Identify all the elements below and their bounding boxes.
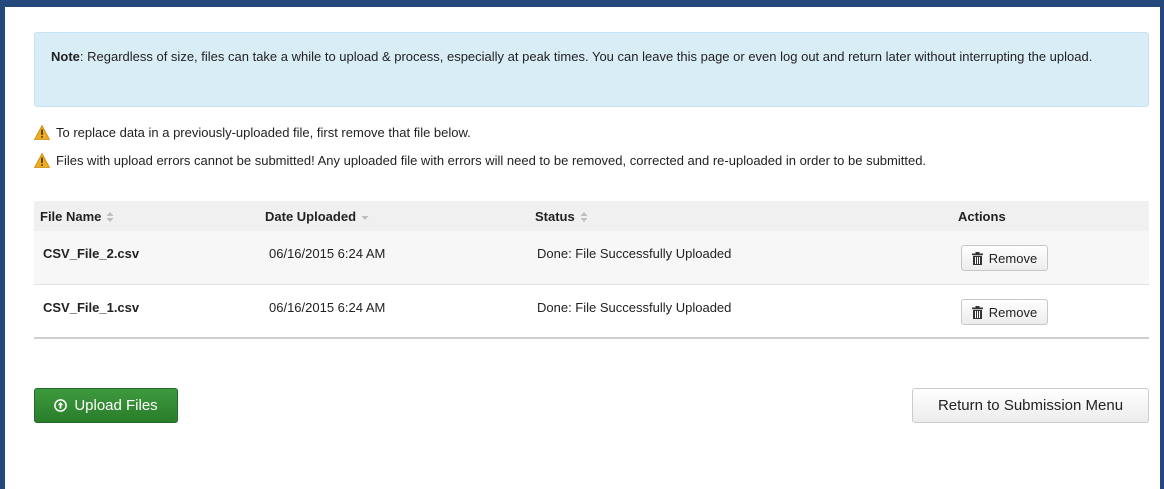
trash-icon bbox=[971, 305, 983, 319]
file-name-cell: CSV_File_2.csv bbox=[43, 246, 140, 261]
sort-icon bbox=[580, 211, 588, 222]
column-header-status[interactable]: Status bbox=[535, 209, 588, 224]
table-row: CSV_File_1.csv 06/16/2015 6:24 AM Done: … bbox=[34, 285, 1149, 339]
window-frame-left bbox=[0, 0, 5, 489]
window-frame-right bbox=[1160, 0, 1164, 489]
sort-icon bbox=[106, 211, 114, 222]
warning-replace-data: To replace data in a previously-uploaded… bbox=[34, 123, 471, 141]
date-uploaded-cell: 06/16/2015 6:24 AM bbox=[269, 300, 386, 315]
column-header-label: Status bbox=[535, 209, 575, 224]
warning-text: Files with upload errors cannot be submi… bbox=[56, 152, 927, 168]
status-cell: Done: File Successfully Uploaded bbox=[537, 300, 732, 315]
sort-desc-icon bbox=[361, 215, 369, 220]
note-label: Note bbox=[51, 49, 80, 64]
column-header-label: File Name bbox=[40, 209, 102, 224]
status-cell: Done: File Successfully Uploaded bbox=[537, 246, 732, 261]
uploaded-files-table: File Name Date Uploaded Status Actions C… bbox=[34, 201, 1149, 339]
upload-icon bbox=[54, 399, 68, 412]
table-header: File Name Date Uploaded Status Actions bbox=[34, 201, 1149, 231]
note-text: : Regardless of size, files can take a w… bbox=[79, 49, 1093, 64]
column-header-file-name[interactable]: File Name bbox=[40, 209, 114, 224]
remove-button-label: Remove bbox=[988, 304, 1038, 320]
remove-button[interactable]: Remove bbox=[961, 299, 1048, 325]
warning-icon bbox=[34, 124, 50, 140]
warning-upload-errors: Files with upload errors cannot be submi… bbox=[34, 151, 926, 169]
column-header-actions: Actions bbox=[958, 209, 1006, 224]
column-header-label: Actions bbox=[958, 209, 1006, 224]
return-to-submission-menu-button[interactable]: Return to Submission Menu bbox=[912, 388, 1149, 423]
table-row: CSV_File_2.csv 06/16/2015 6:24 AM Done: … bbox=[34, 231, 1149, 285]
file-name-cell: CSV_File_1.csv bbox=[43, 300, 140, 315]
trash-icon bbox=[971, 251, 983, 265]
date-uploaded-cell: 06/16/2015 6:24 AM bbox=[269, 246, 386, 261]
warning-text: To replace data in a previously-uploaded… bbox=[56, 124, 471, 140]
note-alert: Note: Regardless of size, files can take… bbox=[34, 32, 1149, 107]
upload-files-button[interactable]: Upload Files bbox=[34, 388, 178, 423]
remove-button[interactable]: Remove bbox=[961, 245, 1048, 271]
warning-icon bbox=[34, 152, 50, 168]
window-frame-top bbox=[0, 0, 1164, 7]
remove-button-label: Remove bbox=[988, 250, 1038, 266]
return-button-label: Return to Submission Menu bbox=[937, 397, 1124, 414]
column-header-date-uploaded[interactable]: Date Uploaded bbox=[265, 209, 369, 224]
column-header-label: Date Uploaded bbox=[265, 209, 357, 224]
upload-files-label: Upload Files bbox=[74, 397, 158, 414]
